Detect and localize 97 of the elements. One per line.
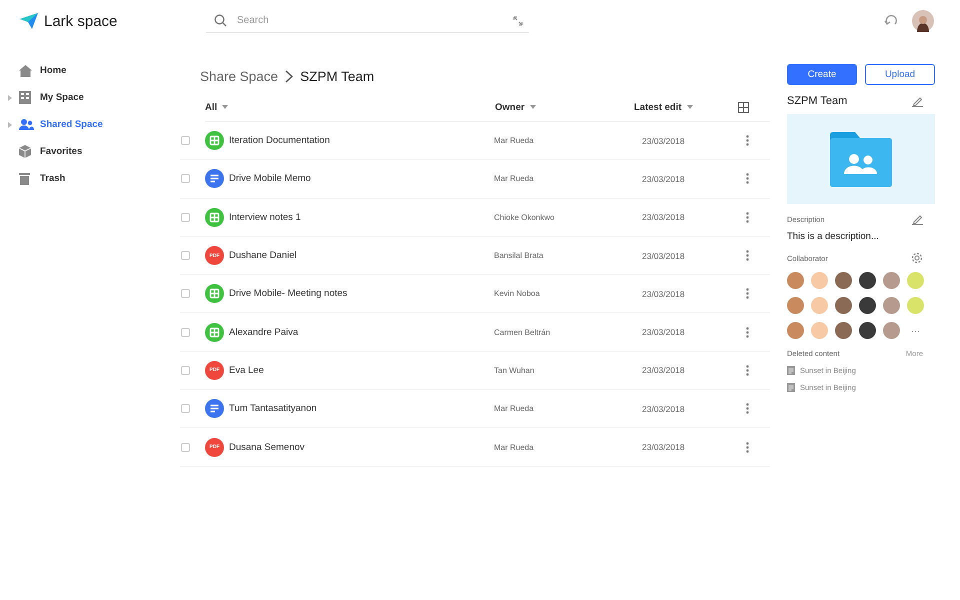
owner-name: Mar Rueda: [494, 174, 535, 184]
owner-name: Mar Rueda: [494, 404, 535, 414]
file-name[interactable]: Eva Lee: [229, 364, 264, 376]
more-options-icon[interactable]: [746, 326, 748, 338]
row-checkbox[interactable]: [181, 136, 190, 146]
cube-icon: [19, 145, 31, 158]
edit-date: 23/03/2018: [642, 212, 686, 222]
owner-name: Kevin Noboa: [494, 289, 541, 298]
caret-icon[interactable]: [8, 122, 12, 128]
document-icon: [787, 366, 795, 375]
column-header[interactable]: All: [205, 102, 218, 112]
breadcrumb-item[interactable]: Share Space: [200, 68, 278, 84]
row-checkbox[interactable]: [181, 366, 190, 375]
file-name[interactable]: Dusana Semenov: [229, 442, 305, 453]
column-header[interactable]: Owner: [495, 102, 525, 112]
row-checkbox[interactable]: [181, 442, 190, 452]
document-file-icon: [205, 399, 224, 418]
owner-name: Bansilal Brata: [494, 251, 544, 260]
owner-name: Tan Wuhan: [494, 366, 536, 375]
more-options-icon[interactable]: [746, 364, 748, 376]
edit-date: 23/03/2018: [642, 442, 686, 452]
sidebar-item[interactable]: Home: [40, 65, 66, 76]
sidebar-item[interactable]: Trash: [40, 173, 66, 184]
row-checkbox[interactable]: [181, 404, 190, 414]
app-title: Lark space: [44, 12, 118, 30]
file-name[interactable]: Drive Mobile- Meeting notes: [229, 288, 348, 300]
file-name[interactable]: Drive Mobile Memo: [229, 173, 311, 184]
file-name[interactable]: Alexandre Paiva: [229, 326, 298, 338]
paper-plane-logo-icon: [20, 13, 38, 29]
sort-caret-icon[interactable]: [530, 105, 536, 109]
edit-date: 23/03/2018: [642, 250, 686, 261]
edit-date: 23/03/2018: [642, 288, 686, 299]
more-collaborators-button[interactable]: ···: [907, 322, 924, 339]
owner-name: Chioke Okonkwo: [494, 212, 556, 222]
sort-caret-icon[interactable]: [222, 105, 228, 109]
more-options-icon[interactable]: [746, 403, 748, 414]
row-checkbox[interactable]: [181, 289, 190, 298]
more-options-icon[interactable]: [746, 288, 748, 300]
house-icon: [19, 64, 32, 76]
spreadsheet-file-icon: [205, 284, 224, 304]
owner-name: Mar Rueda: [494, 442, 535, 452]
edit-icon[interactable]: [912, 214, 923, 225]
collaborator-avatar[interactable]: [835, 272, 852, 289]
file-name[interactable]: Tum Tantasatityanon: [229, 403, 317, 414]
sidebar-item[interactable]: Shared Space: [40, 119, 103, 130]
row-checkbox[interactable]: [181, 251, 190, 260]
building-icon: [19, 91, 31, 104]
file-name[interactable]: Interview notes 1: [229, 212, 301, 223]
owner-name: Mar Rueda: [494, 136, 535, 146]
row-checkbox[interactable]: [181, 328, 190, 337]
file-name[interactable]: Dushane Daniel: [229, 250, 297, 262]
people-icon: [19, 119, 34, 130]
more-options-icon[interactable]: [746, 212, 748, 223]
expand-icon[interactable]: [513, 16, 523, 26]
more-options-icon[interactable]: [746, 442, 748, 453]
sidebar-item[interactable]: Favorites: [40, 146, 82, 157]
trash-icon: [19, 172, 30, 185]
chevron-right-icon: [285, 70, 294, 82]
grid-view-icon[interactable]: [738, 102, 749, 112]
document-file-icon: [205, 169, 224, 188]
create-button[interactable]: Create: [787, 64, 857, 85]
edit-icon[interactable]: [912, 96, 923, 106]
owner-name: Carmen Beltrán: [494, 328, 552, 337]
spreadsheet-file-icon: [205, 322, 224, 342]
sidebar-item[interactable]: My Space: [40, 92, 84, 103]
edit-date: 23/03/2018: [642, 365, 686, 376]
more-options-icon[interactable]: [746, 250, 748, 262]
caret-icon[interactable]: [8, 94, 12, 100]
more-options-icon[interactable]: [746, 173, 748, 184]
sort-caret-icon[interactable]: [686, 105, 693, 109]
row-checkbox[interactable]: [181, 212, 190, 222]
breadcrumb-item[interactable]: SZPM Team: [300, 68, 374, 84]
collaborator-avatar[interactable]: [835, 297, 852, 314]
edit-date: 23/03/2018: [642, 327, 686, 338]
collaborator-avatar[interactable]: [835, 322, 852, 339]
search-field[interactable]: Search: [235, 14, 505, 27]
column-header[interactable]: Latest edit: [634, 102, 682, 112]
settings-icon[interactable]: [911, 252, 923, 264]
refresh-icon[interactable]: [884, 14, 898, 28]
more-options-icon[interactable]: [746, 135, 748, 146]
edit-date: 23/03/2018: [642, 174, 686, 184]
spreadsheet-file-icon: [205, 131, 224, 150]
space-title: SZPM Team: [787, 95, 848, 107]
collaborator-avatar[interactable]: [859, 272, 876, 289]
collaborator-avatar[interactable]: [859, 297, 876, 314]
search-icon: [214, 14, 227, 27]
description-text: This is a description...: [787, 231, 880, 242]
collaborator-avatar[interactable]: [859, 322, 876, 339]
edit-date: 23/03/2018: [642, 136, 686, 146]
spreadsheet-file-icon: [205, 208, 224, 227]
edit-date: 23/03/2018: [642, 404, 686, 414]
shared-folder-icon: [830, 132, 892, 186]
file-name[interactable]: Iteration Documentation: [229, 135, 330, 146]
row-checkbox[interactable]: [181, 174, 190, 184]
user-avatar[interactable]: [912, 10, 934, 32]
upload-button[interactable]: Upload: [865, 64, 935, 85]
document-icon: [787, 383, 795, 392]
